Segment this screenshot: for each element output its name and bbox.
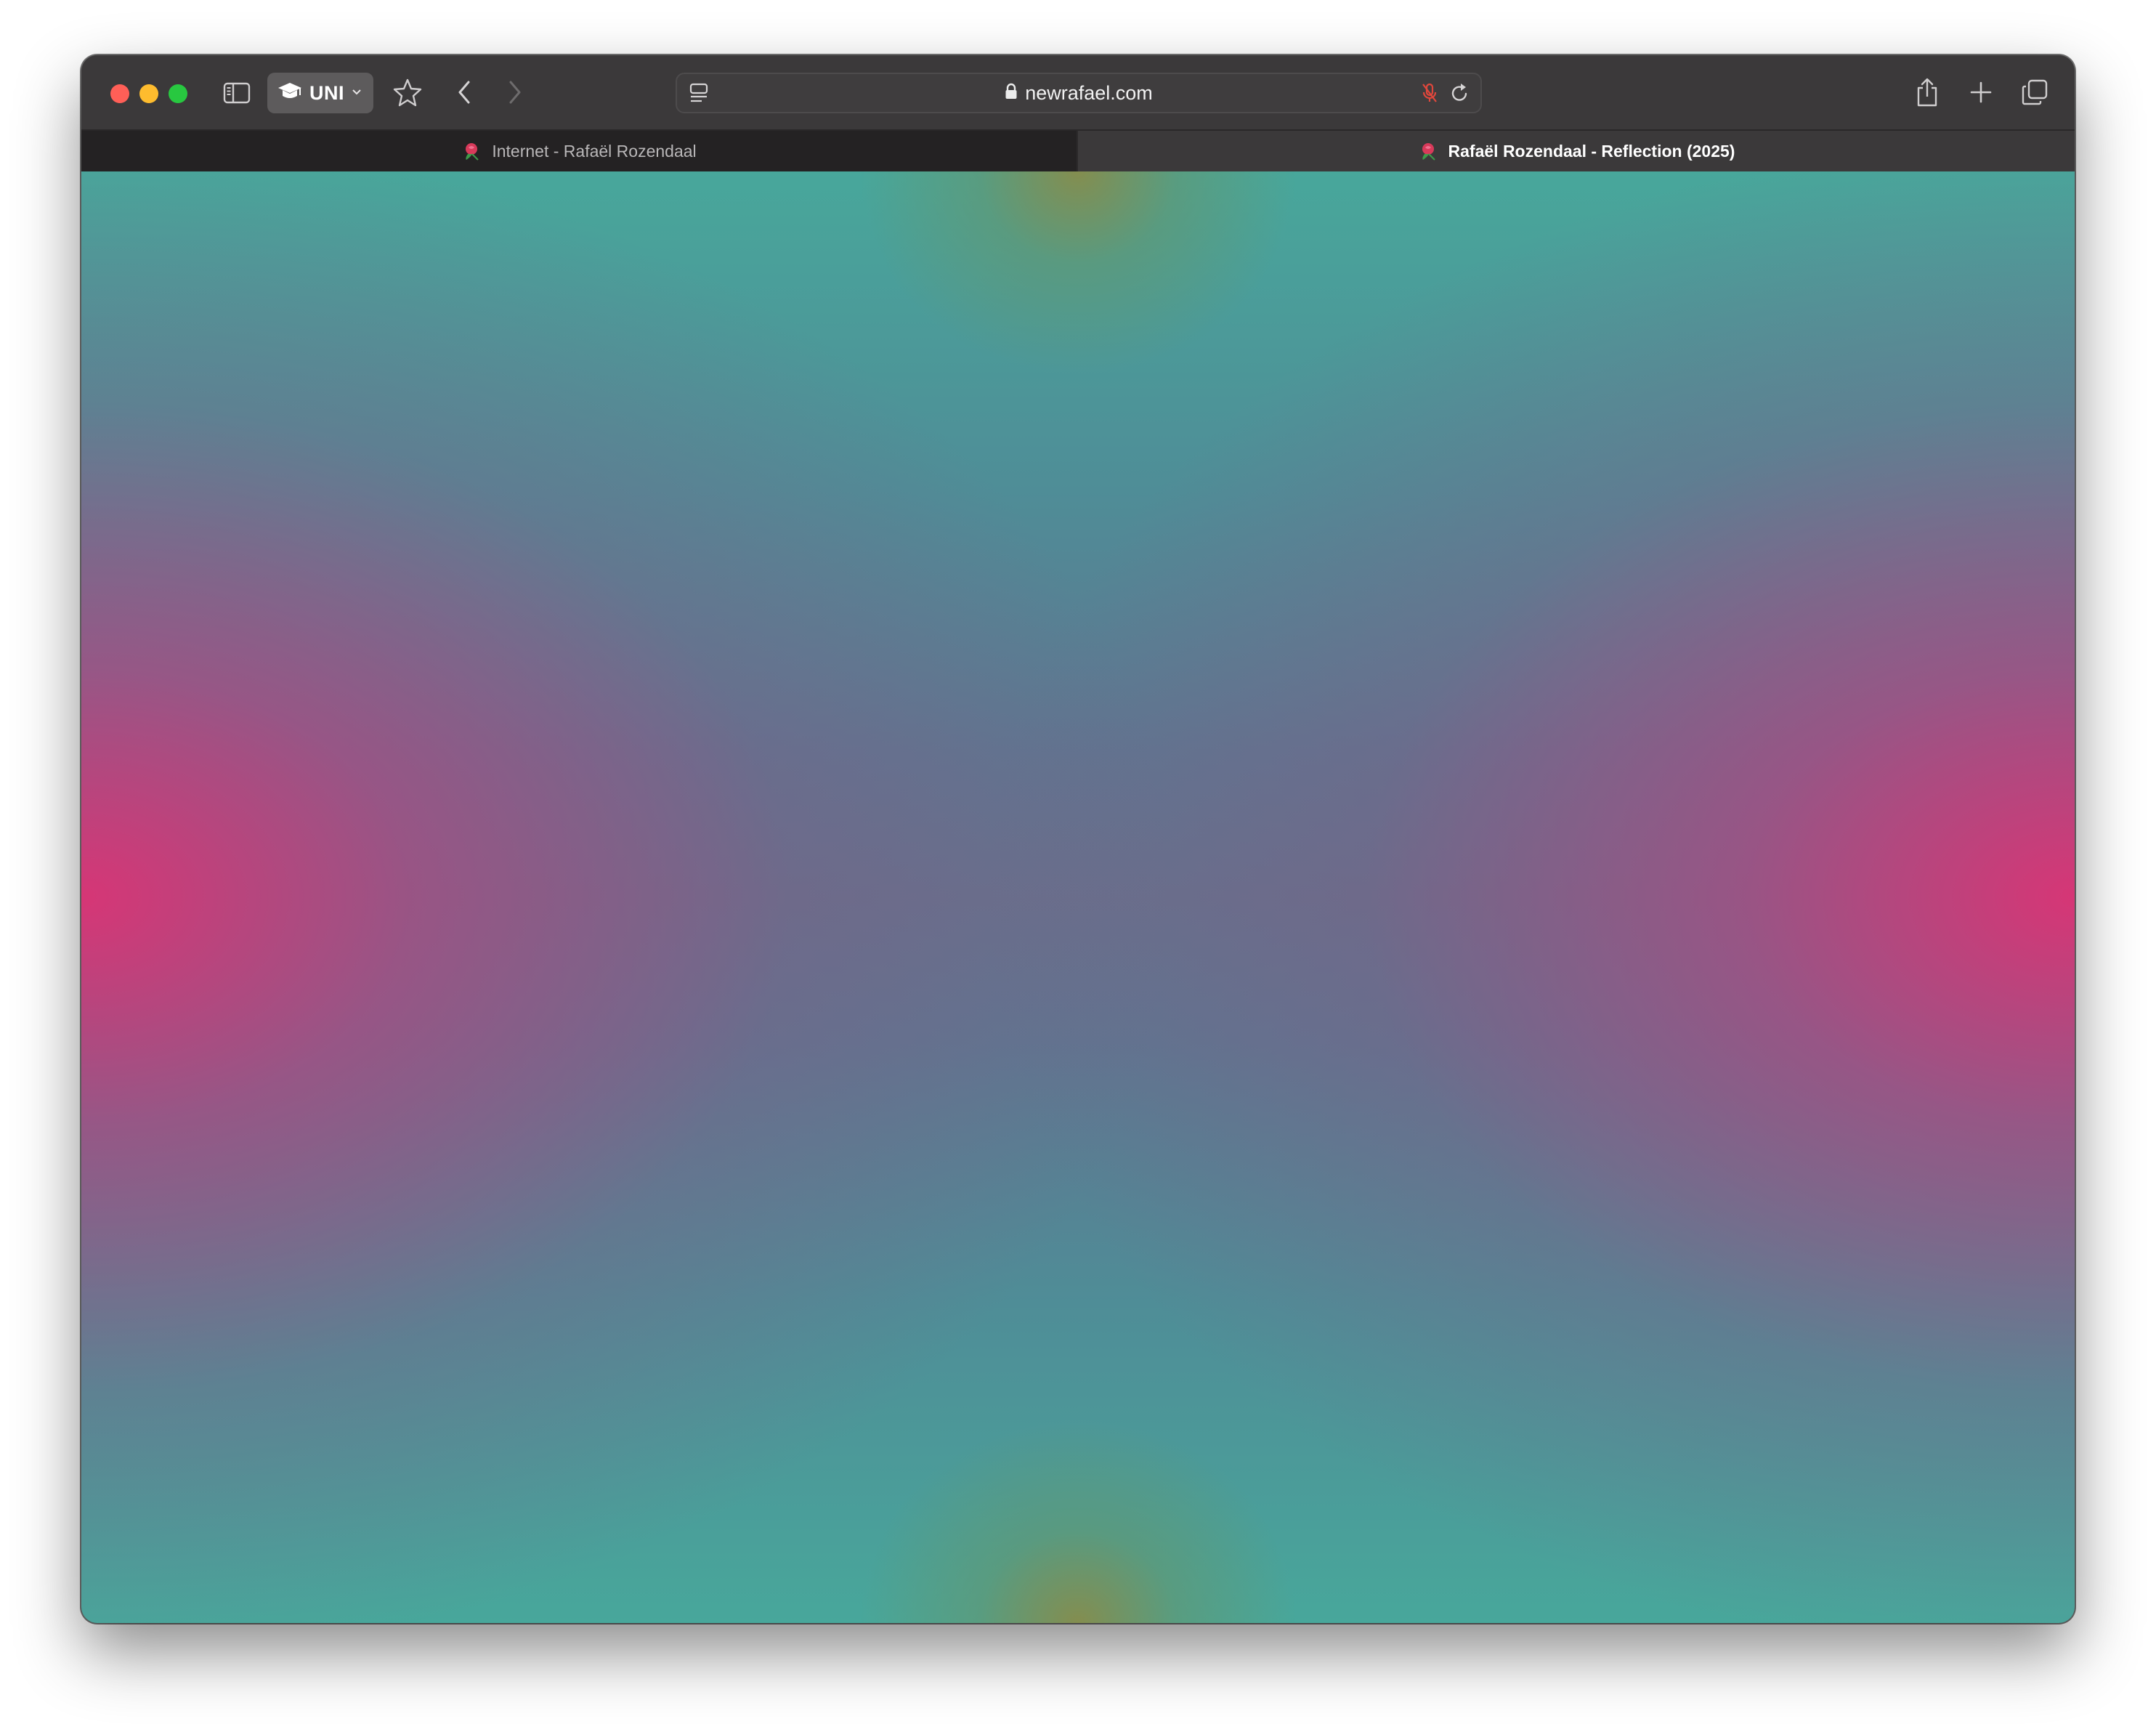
url-text: newrafael.com: [1025, 81, 1153, 104]
rose-icon: [461, 140, 483, 162]
plus-icon: [1969, 80, 1993, 108]
toolbar: UNI newrafael.com: [81, 55, 2075, 129]
profile-label: UNI: [309, 81, 344, 104]
rose-icon: [1418, 140, 1440, 162]
maximize-window-button[interactable]: [169, 84, 187, 103]
sidebar-toggle-button[interactable]: [219, 77, 254, 112]
minimize-window-button[interactable]: [139, 84, 158, 103]
profile-switcher-button[interactable]: UNI: [267, 73, 373, 113]
reload-icon: [1450, 82, 1470, 108]
chevron-right-icon: [506, 79, 524, 109]
forward-button[interactable]: [497, 76, 533, 112]
reload-button[interactable]: [1446, 80, 1475, 109]
tab-title: Rafaël Rozendaal - Reflection (2025): [1448, 141, 1735, 161]
chevron-down-icon: [352, 86, 362, 100]
address-bar[interactable]: newrafael.com: [676, 73, 1482, 113]
bookmark-button[interactable]: [389, 76, 426, 112]
share-button[interactable]: [1908, 74, 1947, 113]
graduation-cap-icon: [277, 81, 302, 105]
mic-muted-icon: [1421, 82, 1438, 108]
lock-icon: [1005, 83, 1018, 104]
mic-button[interactable]: [1417, 81, 1443, 108]
tab-bar: Internet - Rafaël Rozendaal Rafaël Rozen…: [81, 129, 2075, 171]
tab-reflection[interactable]: Rafaël Rozendaal - Reflection (2025): [1077, 131, 2075, 171]
tab-overview-button[interactable]: [2015, 74, 2054, 113]
gradient-artwork[interactable]: [81, 171, 2075, 1623]
reader-button[interactable]: [684, 80, 713, 109]
tab-internet[interactable]: Internet - Rafaël Rozendaal: [81, 131, 1077, 171]
star-icon: [393, 78, 422, 110]
url-display: newrafael.com: [677, 74, 1480, 112]
sidebar-icon: [223, 82, 251, 108]
share-icon: [1915, 77, 1940, 111]
chevron-left-icon: [455, 79, 473, 109]
reader-icon: [689, 82, 709, 108]
back-button[interactable]: [446, 76, 482, 112]
close-window-button[interactable]: [110, 84, 129, 103]
new-tab-button[interactable]: [1961, 74, 2001, 113]
browser-window: UNI newrafael.com Internet - Rafaël Roze…: [81, 55, 2075, 1623]
tab-title: Internet - Rafaël Rozendaal: [492, 141, 697, 161]
tab-overview-icon: [2021, 78, 2048, 110]
